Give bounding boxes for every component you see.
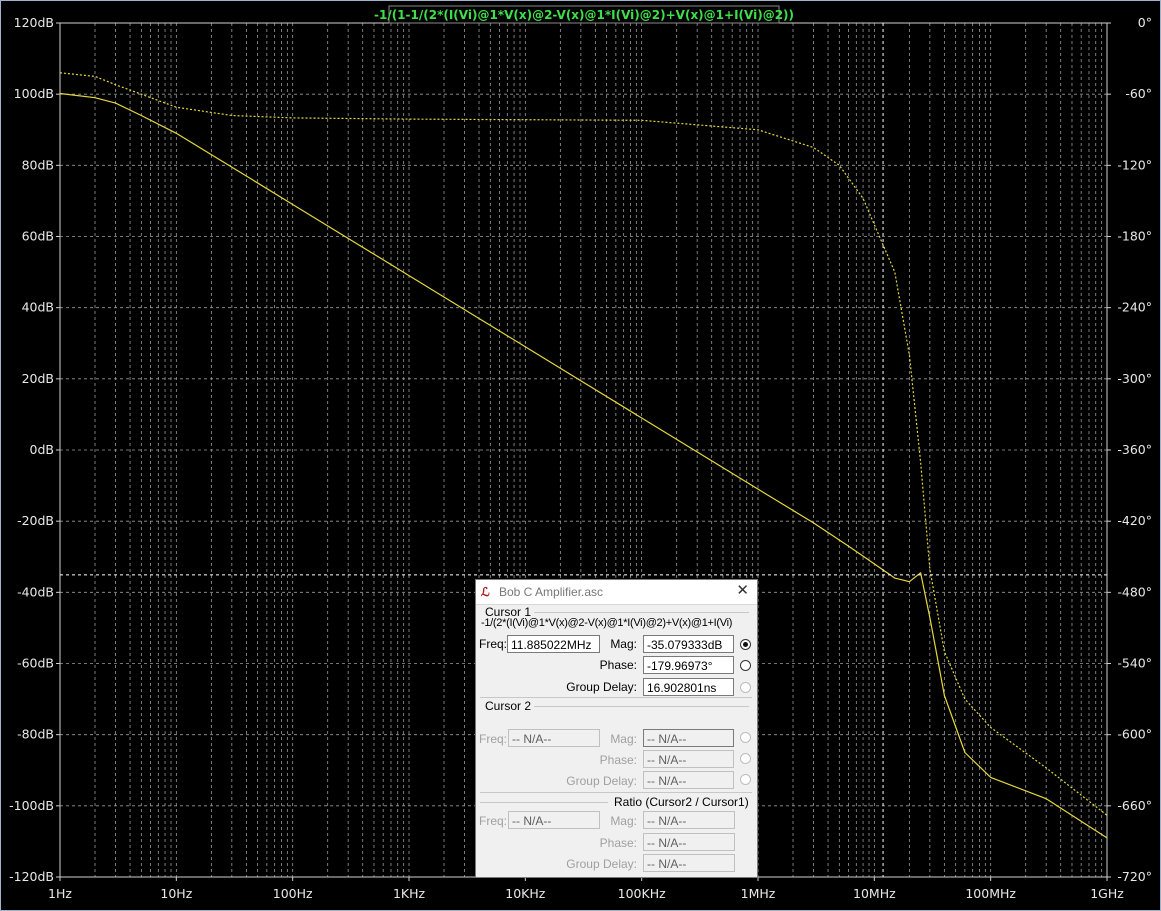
ratio-freq-field[interactable]: -- N/A--	[508, 811, 600, 829]
x-tick-label: 1MHz	[741, 886, 776, 901]
y-tick-label-right: -420°	[1117, 513, 1152, 528]
cursor1-phase-label: Phase:	[599, 658, 637, 672]
y-tick-label-right: 0°	[1138, 15, 1152, 30]
ratio-phase-field[interactable]: -- N/A--	[643, 833, 735, 851]
cursor1-phase-field[interactable]: -179.96973°	[643, 656, 734, 674]
cursor1-divider	[534, 612, 749, 613]
y-tick-label-right: -180°	[1117, 229, 1152, 244]
cursor2-phase-field[interactable]: -- N/A--	[643, 750, 734, 768]
y-tick-label-right: -600°	[1117, 727, 1152, 742]
y-tick-label-right: -120°	[1117, 157, 1152, 172]
close-icon[interactable]: ✕	[736, 583, 749, 599]
ratio-freq-label: Freq:	[479, 814, 508, 828]
x-tick-label: 10Hz	[160, 886, 192, 901]
x-tick-label: 10MHz	[853, 886, 896, 901]
cursor2-freq-label: Freq:	[479, 732, 508, 746]
y-tick-label-left: -60dB	[17, 656, 54, 671]
y-tick-label-left: 40dB	[22, 300, 54, 315]
cursor1-phase-radio[interactable]	[740, 660, 751, 671]
y-tick-label-left: -40dB	[17, 584, 54, 599]
x-tick-label: 100Hz	[273, 886, 313, 901]
cursor1-mag-field[interactable]: -35.079333dB	[643, 635, 734, 653]
y-tick-label-right: -480°	[1117, 584, 1152, 599]
cursor2-gd-label: Group Delay:	[566, 774, 637, 788]
y-tick-label-right: -360°	[1117, 442, 1152, 457]
x-tick-label: 1Hz	[48, 886, 72, 901]
dialog-title: Bob C Amplifier.asc	[499, 585, 604, 599]
x-tick-label: 10KHz	[505, 886, 546, 901]
cursor2-group-label: Cursor 2	[485, 699, 532, 713]
y-tick-label-right: -660°	[1117, 798, 1152, 813]
ratio-top-divider	[480, 792, 752, 793]
cursor2-phase-radio[interactable]	[740, 753, 751, 764]
ratio-phase-label: Phase:	[599, 836, 637, 850]
ratio-mag-label: Mag:	[610, 814, 637, 828]
ratio-gd-field[interactable]: -- N/A--	[643, 854, 735, 872]
cursor1-gd-radio[interactable]	[740, 682, 751, 693]
cursor2-phase-label: Phase:	[599, 753, 637, 767]
y-tick-label-left: -100dB	[9, 798, 54, 813]
cursor2-gd-field[interactable]: -- N/A--	[643, 771, 734, 789]
x-tick-label: 100MHz	[965, 886, 1016, 901]
cursor1-mag-label: Mag:	[610, 637, 637, 651]
cursor1-gd-label: Group Delay:	[566, 680, 637, 694]
x-tick-label: 1KHz	[393, 886, 426, 901]
ratio-divider	[480, 802, 608, 803]
cursor2-gd-radio[interactable]	[740, 774, 751, 785]
cursor1-mag-radio[interactable]	[740, 639, 751, 650]
y-tick-label-left: 60dB	[22, 229, 54, 244]
y-tick-label-left: -120dB	[9, 869, 54, 884]
x-tick-label: 100KHz	[618, 886, 666, 901]
y-tick-label-right: -540°	[1117, 656, 1152, 671]
cursor2-mag-radio[interactable]	[740, 732, 751, 743]
y-tick-label-left: 80dB	[22, 157, 54, 172]
cursor1-freq-label: Freq:	[479, 637, 508, 651]
cursor2-top-divider	[480, 697, 752, 698]
y-tick-label-left: 120dB	[14, 15, 54, 30]
cursor-dialog[interactable]: ℒ Bob C Amplifier.asc ✕ Cursor 1 -1/(2*(…	[475, 579, 758, 878]
y-tick-label-right: -720°	[1117, 869, 1152, 884]
cursor2-mag-field[interactable]: -- N/A--	[643, 729, 734, 747]
x-tick-label: 1GHz	[1090, 886, 1124, 901]
ratio-mag-field[interactable]: -- N/A--	[643, 811, 735, 829]
y-tick-label-left: 20dB	[22, 371, 54, 386]
y-tick-label-left: 100dB	[14, 86, 54, 101]
cursor1-expression: -1/(2*(I(Vi)@1*V(x)@2-V(x)@1*I(Vi)@2)+V(…	[481, 617, 733, 629]
y-tick-label-right: -240°	[1117, 300, 1152, 315]
y-tick-label-left: -20dB	[17, 513, 54, 528]
cursor1-gd-field[interactable]: 16.902801ns	[643, 678, 734, 696]
y-tick-label-left: -80dB	[17, 727, 54, 742]
ltspice-logo-icon: ℒ	[481, 585, 490, 599]
trace-label[interactable]: -1/(1-1/(2*(I(Vi)@1*V(x)@2-V(x)@1*I(Vi)@…	[374, 8, 794, 22]
y-tick-label-right: -60°	[1125, 86, 1152, 101]
dialog-titlebar[interactable]: ℒ Bob C Amplifier.asc ✕	[476, 580, 757, 605]
cursor2-mag-label: Mag:	[610, 732, 637, 746]
y-tick-label-right: -300°	[1117, 371, 1152, 386]
cursor1-freq-field[interactable]: 11.885022MHz	[507, 635, 600, 653]
y-tick-label-left: 0dB	[30, 442, 54, 457]
cursor2-divider	[534, 706, 749, 707]
ratio-gd-label: Group Delay:	[566, 857, 637, 871]
ratio-group-label: Ratio (Cursor2 / Cursor1)	[614, 795, 749, 809]
cursor2-freq-field[interactable]: -- N/A--	[508, 729, 600, 747]
